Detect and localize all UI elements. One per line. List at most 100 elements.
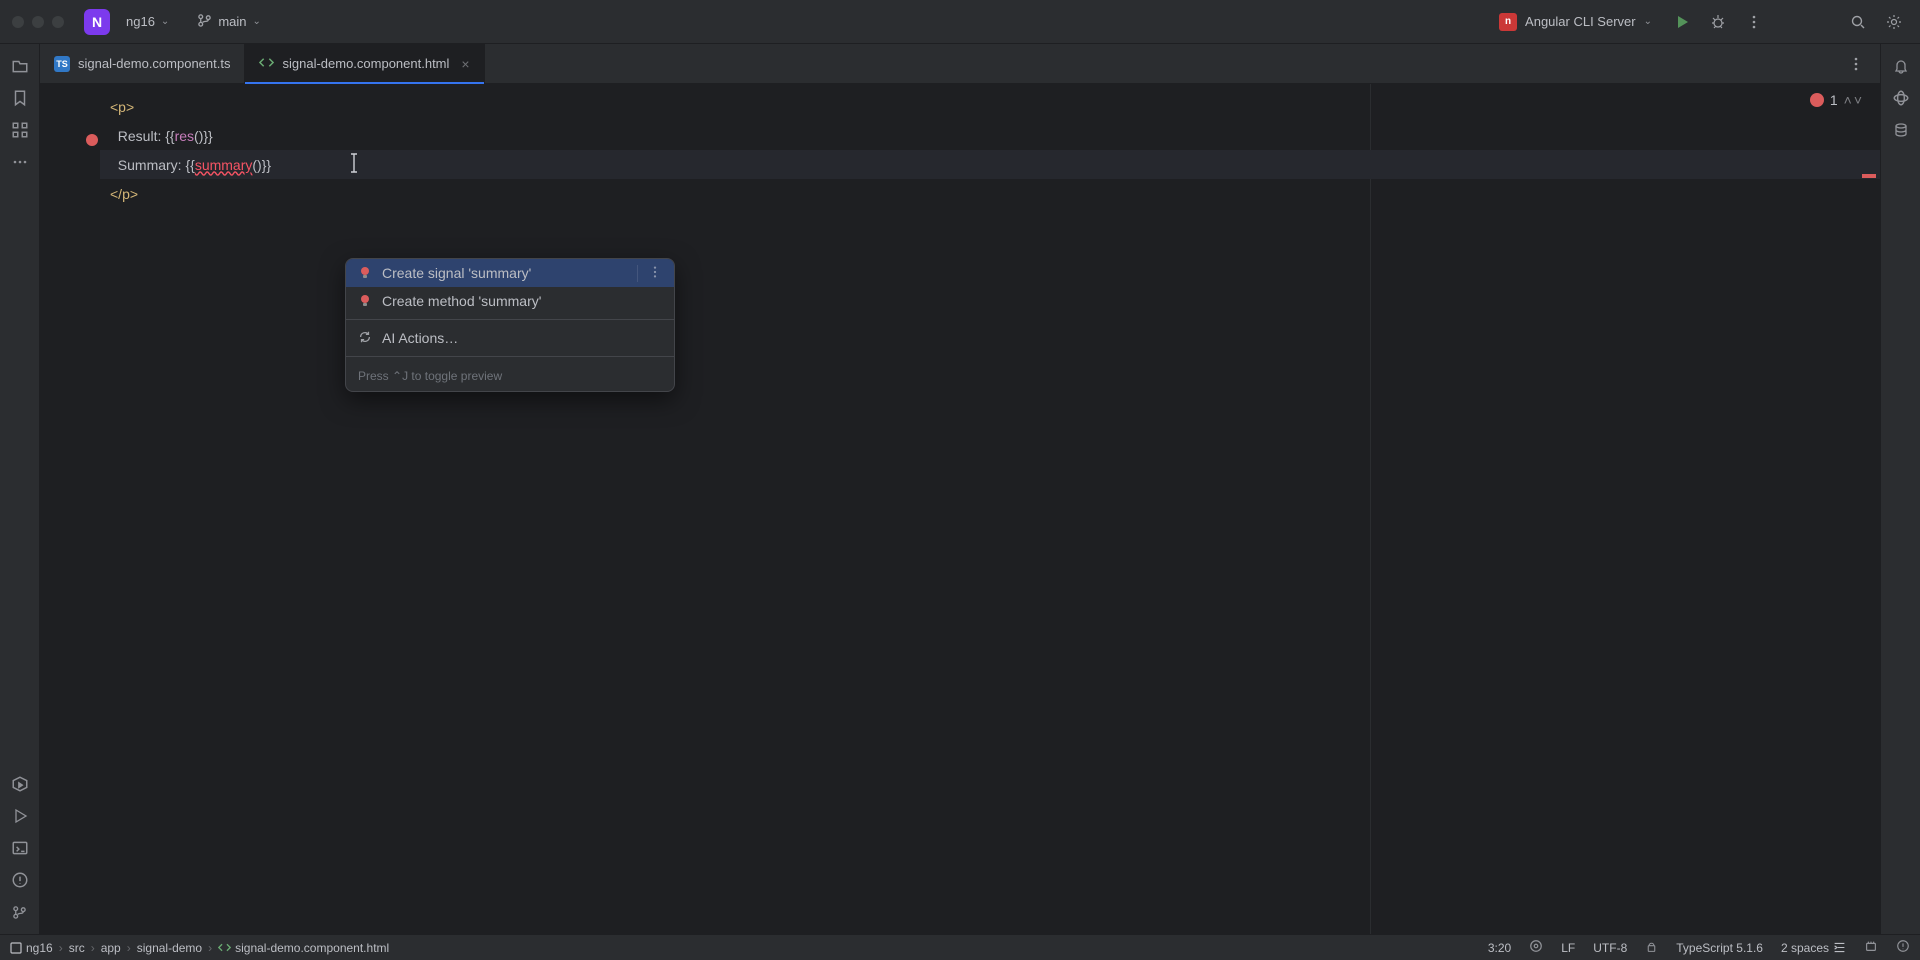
readonly-toggle-icon[interactable]: [1645, 940, 1658, 956]
chevron-down-icon: ⌄: [253, 16, 261, 27]
breadcrumb-item[interactable]: signal-demo.component.html: [218, 941, 389, 955]
project-name-label: ng16: [126, 14, 155, 29]
left-tool-rail: [0, 44, 40, 934]
code-text: Summary: {{: [110, 157, 195, 173]
intention-create-signal[interactable]: Create signal 'summary': [346, 259, 674, 287]
breadcrumb-item[interactable]: app: [101, 941, 121, 955]
intention-submenu-icon[interactable]: [637, 265, 662, 282]
prev-highlight-icon[interactable]: ˄: [1844, 92, 1852, 108]
quickfix-bulb-icon: [358, 294, 372, 308]
minimize-window[interactable]: [32, 16, 44, 28]
ai-assistant-tool-icon[interactable]: [1887, 84, 1915, 112]
breadcrumb-item[interactable]: signal-demo: [137, 941, 202, 955]
titlebar: N ng16 ⌄ main ⌄ n Angular CLI Server ⌄: [0, 0, 1920, 44]
chevron-right-icon: ›: [208, 941, 212, 955]
error-stripe-marker[interactable]: [1862, 174, 1876, 178]
inspections-widget[interactable]: 1 ˄ ˅: [1810, 92, 1862, 108]
intention-create-method[interactable]: Create method 'summary': [346, 287, 674, 315]
settings-button[interactable]: [1880, 8, 1908, 36]
intention-label: Create method 'summary': [382, 293, 541, 309]
code-text: ()}}: [252, 157, 271, 173]
chevron-right-icon: ›: [127, 941, 131, 955]
problems-tool-icon[interactable]: [6, 866, 34, 894]
file-encoding[interactable]: UTF-8: [1593, 941, 1627, 955]
inspection-profile-icon[interactable]: [1896, 939, 1910, 956]
editor-area: TS signal-demo.component.ts signal-demo.…: [40, 44, 1880, 934]
more-actions-button[interactable]: [1740, 8, 1768, 36]
typescript-file-icon: TS: [54, 56, 70, 72]
code-text: ()}}: [194, 128, 213, 144]
bookmarks-tool-icon[interactable]: [6, 84, 34, 112]
search-button[interactable]: [1844, 8, 1872, 36]
code-error-identifier: summary: [195, 157, 253, 173]
services-tool-icon[interactable]: [6, 770, 34, 798]
next-highlight-icon[interactable]: ˅: [1854, 92, 1862, 108]
right-tool-rail: [1880, 44, 1920, 934]
code-identifier: res: [175, 128, 194, 144]
chevron-down-icon: ⌄: [161, 16, 169, 27]
mem-indicator-icon[interactable]: [1864, 939, 1878, 956]
more-tools-icon[interactable]: [6, 148, 34, 176]
intention-label: AI Actions…: [382, 330, 458, 346]
indent-setting[interactable]: 2 spaces: [1781, 941, 1846, 955]
indent-icon: [1833, 941, 1846, 954]
run-tool-icon[interactable]: [6, 802, 34, 830]
module-icon: [10, 942, 22, 954]
error-gutter-icon[interactable]: [86, 134, 98, 146]
tab-actions-icon[interactable]: [1842, 50, 1870, 78]
structure-tool-icon[interactable]: [6, 116, 34, 144]
npm-icon: n: [1499, 13, 1517, 31]
quickfix-bulb-icon: [358, 266, 372, 280]
vcs-tool-icon[interactable]: [6, 898, 34, 926]
error-icon: [1810, 93, 1824, 107]
branch-icon: [197, 13, 212, 31]
debug-button[interactable]: [1704, 8, 1732, 36]
code-text: <p>: [110, 99, 134, 115]
close-window[interactable]: [12, 16, 24, 28]
close-tab-icon[interactable]: ×: [461, 56, 469, 72]
tab-html-file[interactable]: signal-demo.component.html ×: [245, 44, 484, 84]
status-bar: ng16 › src › app › signal-demo › signal-…: [0, 934, 1920, 960]
language-version[interactable]: TypeScript 5.1.6: [1676, 941, 1763, 955]
database-tool-icon[interactable]: [1887, 116, 1915, 144]
caret-position[interactable]: 3:20: [1488, 941, 1511, 955]
notifications-tool-icon[interactable]: [1887, 52, 1915, 80]
project-selector[interactable]: ng16 ⌄: [118, 10, 177, 33]
reader-mode-icon[interactable]: [1529, 939, 1543, 956]
line-separator[interactable]: LF: [1561, 941, 1575, 955]
code-editor[interactable]: <p> Result: {{res()}} Summary: {{summary…: [40, 84, 1880, 934]
code-text: Result: {{: [110, 128, 175, 144]
editor-tabs: TS signal-demo.component.ts signal-demo.…: [40, 44, 1880, 84]
html-file-icon: [259, 55, 274, 73]
run-configuration-selector[interactable]: n Angular CLI Server ⌄: [1491, 9, 1660, 35]
run-config-label: Angular CLI Server: [1525, 14, 1636, 29]
branch-selector[interactable]: main ⌄: [189, 9, 269, 35]
html-file-icon: [218, 941, 231, 954]
breadcrumb-item[interactable]: src: [69, 941, 85, 955]
chevron-down-icon: ⌄: [1644, 16, 1652, 27]
project-tool-icon[interactable]: [6, 52, 34, 80]
ai-actions-icon: [358, 330, 372, 347]
breadcrumbs: ng16 › src › app › signal-demo › signal-…: [10, 941, 389, 955]
gutter: [40, 84, 100, 934]
intention-actions-popup: Create signal 'summary' Create method 's…: [345, 258, 675, 392]
intention-ai-actions[interactable]: AI Actions…: [346, 324, 674, 352]
chevron-right-icon: ›: [91, 941, 95, 955]
zoom-window[interactable]: [52, 16, 64, 28]
divider: [346, 319, 674, 320]
intention-label: Create signal 'summary': [382, 265, 531, 281]
tab-label: signal-demo.component.ts: [78, 56, 230, 71]
run-button[interactable]: [1668, 8, 1696, 36]
branch-name-label: main: [218, 14, 246, 29]
intention-hint: Press ⌃J to toggle preview: [346, 361, 674, 391]
tab-label: signal-demo.component.html: [282, 56, 449, 71]
terminal-tool-icon[interactable]: [6, 834, 34, 862]
project-badge: N: [84, 9, 110, 35]
window-controls: [12, 16, 64, 28]
chevron-right-icon: ›: [59, 941, 63, 955]
tab-ts-file[interactable]: TS signal-demo.component.ts: [40, 44, 245, 84]
code-text: </p>: [110, 186, 138, 202]
error-count: 1: [1830, 92, 1838, 108]
breadcrumb-item[interactable]: ng16: [10, 941, 53, 955]
divider: [346, 356, 674, 357]
